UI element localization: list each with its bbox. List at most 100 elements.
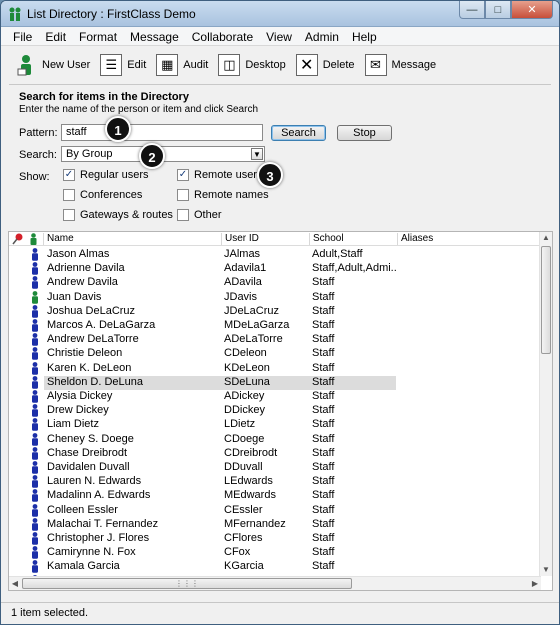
table-row[interactable]: Cheney S. Doege CDoege Staff: [9, 433, 541, 447]
chevron-down-icon[interactable]: ▼: [251, 148, 263, 160]
horizontal-scrollbar[interactable]: ◀ ⋮⋮⋮ ▶: [9, 576, 541, 590]
cell-school: Staff: [312, 432, 335, 445]
callout-badge-3: 3: [257, 162, 283, 188]
maximize-button[interactable]: □: [485, 1, 511, 19]
cell-name: Colleen Essler: [47, 503, 118, 516]
cell-userid: SDeLuna: [224, 375, 270, 388]
desktop-label: Desktop: [245, 59, 286, 71]
checkbox-gateways-routes-box[interactable]: [63, 209, 75, 221]
checkbox-other-box[interactable]: [177, 209, 189, 221]
user-icon: [32, 546, 38, 559]
show-label: Show:: [19, 171, 50, 183]
close-icon: ✕: [527, 4, 537, 16]
table-row[interactable]: Juan Davis JDavis Staff: [9, 291, 541, 305]
message-button[interactable]: ✉ Message: [364, 51, 445, 79]
table-row[interactable]: Drew Dickey DDickey Staff: [9, 404, 541, 418]
list-directory-window: List Directory : FirstClass Demo — □ ✕ F…: [0, 0, 560, 625]
table-row[interactable]: Christopher J. Flores CFlores Staff: [9, 532, 541, 546]
type-column-header[interactable]: [26, 233, 44, 245]
menu-admin[interactable]: Admin: [299, 27, 346, 45]
table-row[interactable]: Sheldon D. DeLuna SDeLuna Staff: [9, 375, 541, 390]
cell-school: Staff: [312, 333, 335, 346]
pin-column-header[interactable]: [9, 233, 26, 245]
table-row[interactable]: Andrew Davila ADavila Staff: [9, 276, 541, 290]
checkbox-regular-users[interactable]: ✓ Regular users: [63, 169, 148, 181]
menu-format[interactable]: Format: [73, 27, 124, 45]
table-row[interactable]: Chase Dreibrodt CDreibrodt Staff: [9, 447, 541, 461]
cell-school: Staff: [312, 404, 335, 417]
cell-name: Karen K. DeLeon: [47, 361, 132, 374]
menu-help[interactable]: Help: [346, 27, 384, 45]
table-row[interactable]: Marcos A. DeLaGarza MDeLaGarza Staff: [9, 319, 541, 333]
table-row[interactable]: Adrienne Davila Adavila1 Staff,Adult,Admi.…: [9, 262, 541, 276]
menu-collaborate[interactable]: Collaborate: [186, 27, 260, 45]
checkbox-conferences-box[interactable]: [63, 189, 75, 201]
table-row[interactable]: Lauren N. Edwards LEdwards Staff: [9, 475, 541, 489]
cell-userid: DDuvall: [224, 461, 263, 473]
checkbox-remote-names-label: Remote names: [194, 189, 269, 201]
delete-button[interactable]: ✕ Delete: [295, 51, 363, 79]
minimize-button[interactable]: —: [459, 1, 485, 19]
column-header-name[interactable]: Name: [44, 233, 222, 245]
toolbar-divider: [9, 84, 551, 85]
checkbox-regular-users-box[interactable]: ✓: [63, 169, 75, 181]
table-row[interactable]: Karen K. DeLeon KDeLeon Staff: [9, 362, 541, 376]
checkbox-remote-names-box[interactable]: [177, 189, 189, 201]
checkbox-other[interactable]: Other: [177, 209, 222, 221]
user-icon: [32, 446, 38, 460]
message-icon: ✉: [364, 54, 387, 76]
user-icon: [32, 347, 38, 361]
menu-file[interactable]: File: [7, 27, 39, 45]
column-header-school[interactable]: School: [310, 233, 398, 245]
vertical-scrollbar[interactable]: ▲ ▼: [539, 232, 552, 576]
table-row[interactable]: Colleen Essler CEssler Staff: [9, 504, 541, 518]
cell-userid: JDeLaCruz: [224, 304, 280, 317]
cell-userid: CDreibrodt: [224, 446, 278, 459]
table-row[interactable]: Christie Deleon CDeleon Staff: [9, 347, 541, 361]
table-row[interactable]: Camirynne N. Fox CFox Staff: [9, 546, 541, 560]
checkbox-gateways-routes[interactable]: Gateways & routes: [63, 209, 173, 221]
cell-userid: ADeLaTorre: [224, 333, 283, 346]
cell-name: Andrew DeLaTorre: [47, 333, 139, 346]
checkbox-remote-names[interactable]: Remote names: [177, 189, 269, 201]
cell-userid: Adavila1: [224, 262, 267, 275]
table-row[interactable]: Andrew DeLaTorre ADeLaTorre Staff: [9, 333, 541, 347]
table-row[interactable]: Madalinn A. Edwards MEdwards Staff: [9, 489, 541, 503]
horizontal-scroll-thumb[interactable]: ⋮⋮⋮: [22, 578, 352, 589]
scroll-left-icon[interactable]: ◀: [9, 577, 21, 590]
menu-edit[interactable]: Edit: [39, 27, 73, 45]
audit-button[interactable]: ▦ Audit: [156, 51, 216, 79]
edit-icon: ☰: [100, 54, 123, 76]
checkbox-remote-users-box[interactable]: ✓: [177, 169, 189, 181]
table-row[interactable]: Liam Dietz LDietz Staff: [9, 418, 541, 432]
column-header-aliases[interactable]: Aliases: [398, 233, 541, 245]
checkbox-remote-users[interactable]: ✓ Remote users: [177, 169, 262, 181]
table-row[interactable]: Alysia Dickey ADickey Staff: [9, 390, 541, 404]
cell-userid: CFlores: [224, 532, 263, 544]
stop-button[interactable]: Stop: [337, 125, 392, 141]
table-row[interactable]: Kamala Garcia KGarcia Staff: [9, 560, 541, 574]
checkbox-conferences[interactable]: Conferences: [63, 189, 142, 201]
close-button[interactable]: ✕: [511, 1, 553, 19]
table-row[interactable]: Joshua DeLaCruz JDeLaCruz Staff: [9, 305, 541, 319]
edit-button[interactable]: ☰ Edit: [100, 51, 154, 79]
table-row[interactable]: Davidalen Duvall DDuvall Staff: [9, 461, 541, 475]
vertical-scroll-thumb[interactable]: [541, 246, 551, 354]
scroll-up-icon[interactable]: ▲: [540, 232, 552, 244]
toolbar: New User ☰ Edit ▦ Audit ◫ Desktop ✕ Dele…: [1, 46, 559, 84]
menu-message[interactable]: Message: [124, 27, 186, 45]
desktop-button[interactable]: ◫ Desktop: [218, 51, 293, 79]
scroll-right-icon[interactable]: ▶: [529, 577, 541, 590]
cell-school: Staff: [312, 446, 335, 459]
pattern-input[interactable]: staff: [61, 124, 263, 141]
table-row[interactable]: Malachai T. Fernandez MFernandez Staff: [9, 518, 541, 532]
table-row[interactable]: Jason Almas JAlmas Adult,Staff: [9, 248, 541, 262]
search-button[interactable]: Search: [271, 125, 326, 141]
column-header-userid[interactable]: User ID: [222, 233, 310, 245]
user-icon: [32, 461, 38, 474]
new-user-button[interactable]: New User: [15, 51, 98, 79]
menu-view[interactable]: View: [260, 27, 299, 45]
cell-school: Staff: [312, 361, 335, 374]
checkbox-regular-users-label: Regular users: [80, 169, 149, 181]
scroll-down-icon[interactable]: ▼: [540, 564, 552, 576]
